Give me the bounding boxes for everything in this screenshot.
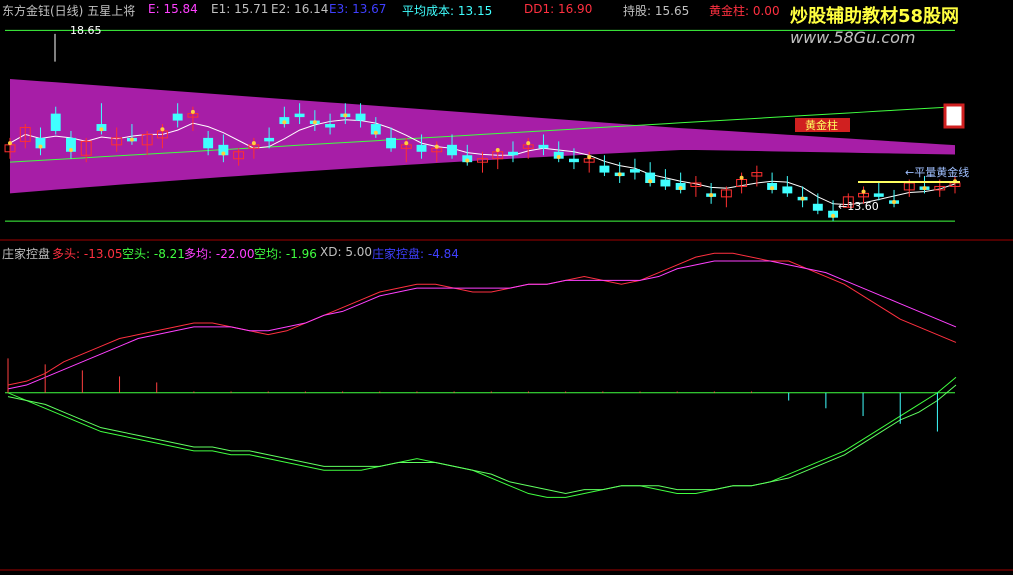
osc-line-2 xyxy=(7,260,957,390)
cost-dot xyxy=(678,186,683,191)
golden-line-label: ←平量黄金线 xyxy=(905,165,969,179)
candle-body xyxy=(355,113,366,121)
osc-line-0 xyxy=(7,252,957,386)
cost-dot xyxy=(312,120,317,125)
candle-body xyxy=(629,169,640,173)
cost-dot xyxy=(38,144,43,149)
legend-bull_avg: 多均: -22.00 xyxy=(184,247,255,261)
cost-dot xyxy=(465,158,470,163)
indicator-name: 五星上将 xyxy=(87,4,136,18)
candle-body xyxy=(386,137,397,149)
legend-XD: XD: 5.00 xyxy=(320,245,373,259)
legend-avg_cost: 平均成本: 13.15 xyxy=(402,4,493,18)
candle-body xyxy=(50,113,61,131)
watermark-line2: www.58Gu.com xyxy=(790,28,916,47)
legend-E: E: 15.84 xyxy=(148,2,198,16)
cost-dot xyxy=(129,137,134,142)
candle-body xyxy=(508,151,518,156)
last-candle-marker xyxy=(943,103,965,129)
legend-E1: E1: 15.71 xyxy=(211,2,269,16)
candle-body xyxy=(447,144,457,156)
osc-line-3 xyxy=(7,384,957,495)
cost-dot xyxy=(800,196,805,201)
legend-DD1: DD1: 16.90 xyxy=(524,2,593,16)
low-label: ←13.60 xyxy=(838,200,879,213)
cost-dot xyxy=(99,127,104,132)
cost-dot xyxy=(587,154,592,159)
cost-dot xyxy=(526,141,531,146)
cost-dot xyxy=(831,213,836,218)
cost-dot xyxy=(8,141,12,146)
cost-dot xyxy=(892,200,897,205)
legend-golden_pillar: 黄金柱: 0.00 xyxy=(709,4,780,18)
stock-name: 东方金钰(日线) xyxy=(2,4,84,18)
candle-body xyxy=(203,137,214,149)
legend-E3: E3: 13.67 xyxy=(329,2,387,16)
cost-dot xyxy=(190,109,195,114)
candle-body xyxy=(660,179,671,187)
candle-body xyxy=(172,113,183,121)
candle-body xyxy=(599,165,610,173)
cost-dot xyxy=(251,141,256,146)
cost-dot xyxy=(922,186,927,191)
cost-dot xyxy=(282,120,287,125)
cost-dot xyxy=(404,141,409,146)
candle-body xyxy=(873,193,884,197)
candle-body xyxy=(416,144,427,152)
cost-dot xyxy=(770,186,775,191)
golden-pillar-label: 黄金柱 xyxy=(805,118,838,132)
cost-dot xyxy=(709,193,714,198)
legend-bear_avg: 空均: -1.96 xyxy=(254,247,317,261)
cost-dot xyxy=(221,151,226,156)
candle-body xyxy=(568,158,579,163)
legend-hold: 持股: 15.65 xyxy=(623,4,690,18)
candle-body xyxy=(325,124,336,128)
cost-dot xyxy=(373,130,378,135)
bottom-panel-title: 庄家控盘 xyxy=(2,247,51,261)
cost-dot xyxy=(160,127,165,132)
watermark-line1: 炒股辅助教材58股网 xyxy=(790,6,960,27)
watermark: 炒股辅助教材58股网 www.58Gu.com xyxy=(790,2,1010,47)
legend-bear: 空头: -8.21 xyxy=(122,247,185,261)
legend-E2: E2: 16.14 xyxy=(271,2,329,16)
osc-line-1 xyxy=(7,376,957,498)
stock-title: 东方金钰(日线) 五星上将 xyxy=(2,2,135,19)
cost-dot xyxy=(556,154,561,159)
cost-dot xyxy=(739,175,744,180)
candle-body xyxy=(782,186,793,194)
cost-dot xyxy=(495,148,500,153)
legend-bull: 多头: -13.05 xyxy=(52,247,123,261)
cost-dot xyxy=(648,179,653,184)
cost-dot xyxy=(434,144,439,149)
candle-body xyxy=(264,137,275,142)
cost-dot xyxy=(68,148,73,153)
candle-body xyxy=(538,144,549,149)
candle-body xyxy=(812,203,823,211)
cost-dot xyxy=(343,113,348,118)
cost-dot xyxy=(861,189,866,194)
candle-body xyxy=(294,113,305,118)
legend-control: 庄家控盘: -4.84 xyxy=(372,247,459,261)
chart-canvas: 18.65 ←13.60 ←平量黄金线 黄金柱 xyxy=(0,24,1013,571)
high-label: 18.65 xyxy=(70,24,102,37)
cost-dot xyxy=(617,172,622,177)
